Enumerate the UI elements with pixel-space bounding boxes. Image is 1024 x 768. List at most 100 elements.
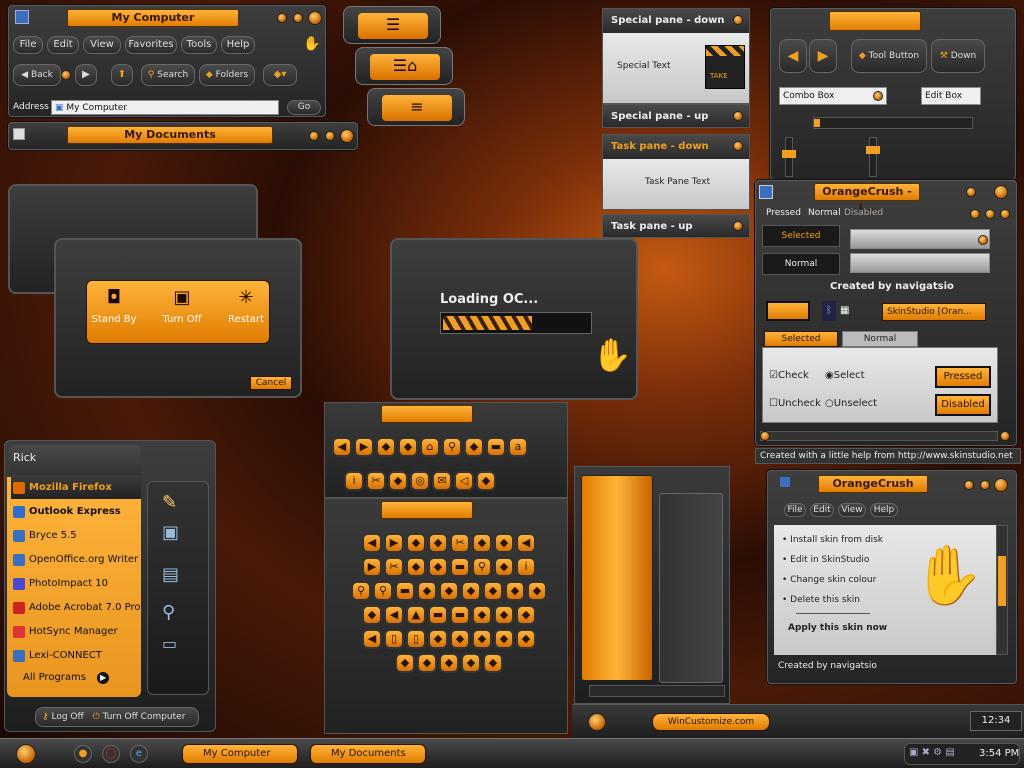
ie-quicklaunch-icon[interactable]: e	[130, 745, 148, 763]
toolbar-key-icon[interactable]: ▲	[406, 605, 426, 625]
toolbar-key-icon[interactable]: ▶	[362, 557, 382, 577]
program-item[interactable]: PhotoImpact 10	[11, 573, 141, 595]
task-link[interactable]: • Delete this skin	[782, 595, 860, 605]
combo-box[interactable]: Combo Box	[779, 87, 887, 105]
toolbar-key-icon[interactable]: ◎	[410, 471, 430, 491]
search-button[interactable]: ⚲ Search	[141, 64, 195, 86]
toolbar-key-icon[interactable]: ◆	[464, 437, 484, 457]
toolbar-key-icon[interactable]: ▬	[450, 605, 470, 625]
start-button[interactable]	[16, 744, 36, 764]
collapse-button[interactable]	[733, 15, 743, 25]
menu-file[interactable]: File	[13, 36, 43, 54]
toolbar-key-icon[interactable]: ◆	[417, 581, 437, 601]
expand-button[interactable]	[733, 111, 743, 121]
toolbar-key-icon[interactable]: ◆	[494, 557, 514, 577]
forward-arrow-button[interactable]: ▶	[809, 39, 837, 73]
toolbar-key-icon[interactable]: ⚲	[442, 437, 462, 457]
opera-quicklaunch-icon[interactable]: ◯	[102, 745, 120, 763]
log-off-button[interactable]: ⚷ Log Off ⏻ Turn Off Computer	[35, 707, 199, 727]
skinstudio-task-button[interactable]: SkinStudio [Oran...	[882, 303, 986, 321]
task-my-documents[interactable]: My Documents	[310, 744, 426, 764]
toolbar-key-icon[interactable]: ◆	[395, 653, 415, 673]
slider-thumb[interactable]	[866, 146, 880, 154]
task-my-computer[interactable]: My Computer	[182, 744, 298, 764]
toolbar-key-icon[interactable]: a	[508, 437, 528, 457]
toolbar-key-icon[interactable]: ✂	[450, 533, 470, 553]
toolbar-key-icon[interactable]: ◆	[388, 471, 408, 491]
list-selected[interactable]: Selected	[762, 225, 840, 247]
toolbar-key-icon[interactable]: i	[344, 471, 364, 491]
toolbar-key-icon[interactable]: ◆	[439, 653, 459, 673]
toolbar-key-icon[interactable]: ◀	[332, 437, 352, 457]
toolbar-key-icon[interactable]: ◆	[428, 557, 448, 577]
forward-button[interactable]: ▶	[75, 64, 97, 86]
folders-button[interactable]: ◆ Folders	[199, 64, 255, 86]
all-programs-button[interactable]: All Programs ▶	[19, 667, 149, 689]
maximize-button[interactable]	[293, 13, 303, 23]
menu-pressed[interactable]: Pressed	[766, 208, 801, 218]
toolbar-key-icon[interactable]: ✂	[384, 557, 404, 577]
program-item[interactable]: Outlook Express	[11, 501, 141, 523]
documents-icon[interactable]: ✎	[162, 492, 177, 513]
minimize-button[interactable]	[964, 480, 974, 490]
toolbar-key-icon[interactable]: ▬	[486, 437, 506, 457]
menu-normal[interactable]: Normal	[808, 208, 841, 218]
view-details-button[interactable]: ☰	[343, 6, 441, 44]
back-arrow-button[interactable]: ◀	[779, 39, 807, 73]
minimize-button[interactable]	[309, 131, 319, 141]
scroll-right-button[interactable]	[1000, 431, 1010, 441]
toolbar-key-icon[interactable]: ✂	[366, 471, 386, 491]
view-thumbs-button[interactable]: ☰⌂	[355, 47, 453, 85]
menu-file[interactable]: File	[784, 503, 806, 517]
tab-selected[interactable]: Selected	[764, 331, 838, 347]
toolbar-key-icon[interactable]: ◆	[476, 471, 496, 491]
program-item[interactable]: HotSync Manager	[11, 621, 141, 643]
slider-thumb[interactable]	[782, 150, 796, 158]
collapse-button[interactable]	[733, 141, 743, 151]
toolbar-key-icon[interactable]: ◆	[483, 581, 503, 601]
maximize-button[interactable]	[980, 480, 990, 490]
toolbar-key-icon[interactable]: ▬	[450, 557, 470, 577]
toolbar-key-icon[interactable]: ◆	[472, 629, 492, 649]
toolbar-key-icon[interactable]: ▯	[384, 629, 404, 649]
toolbar-key-icon[interactable]: ▯	[406, 629, 426, 649]
run-icon[interactable]: ▭	[162, 634, 177, 653]
task-link[interactable]: • Change skin colour	[782, 575, 876, 585]
computer-icon[interactable]: ▣	[162, 522, 179, 543]
combo-dropdown-button[interactable]	[873, 91, 883, 101]
slider-thumb[interactable]	[814, 119, 820, 127]
minimize-button[interactable]	[277, 13, 287, 23]
toolbar-key-icon[interactable]: ◆	[376, 437, 396, 457]
list-normal[interactable]: Normal	[762, 253, 840, 275]
minimize-button[interactable]	[966, 187, 976, 197]
unselect-radio[interactable]: ○Unselect	[825, 398, 877, 409]
toolbar-key-icon[interactable]: ⚲	[373, 581, 393, 601]
start-orb[interactable]	[588, 713, 606, 731]
task-link[interactable]: • Install skin from disk	[782, 535, 883, 545]
control-panel-icon[interactable]: ▤	[162, 564, 179, 585]
vertical-slider[interactable]	[782, 137, 796, 177]
wincustomize-button[interactable]: WinCustomize.com	[652, 713, 770, 731]
back-button[interactable]: ◀ Back	[13, 64, 61, 86]
toolbar-key-icon[interactable]: ▶	[384, 533, 404, 553]
task-pane-up[interactable]: Task pane - up	[602, 214, 750, 238]
turn-off-button[interactable]: ▣ Turn Off	[157, 287, 207, 341]
vertical-scrollbar[interactable]	[996, 525, 1008, 655]
tab-normal[interactable]: Normal	[842, 331, 918, 347]
toolbar-key-icon[interactable]: ◆	[472, 533, 492, 553]
horizontal-scrollbar[interactable]	[760, 431, 998, 441]
toolbar-key-icon[interactable]: ⌂	[420, 437, 440, 457]
combo-dropdown-button[interactable]	[978, 235, 988, 245]
scroll-left-button[interactable]	[760, 431, 770, 441]
vertical-slider-2[interactable]	[866, 137, 880, 177]
toolbar-key-icon[interactable]: ✉	[432, 471, 452, 491]
scroll-thumb[interactable]	[998, 556, 1006, 606]
close-button[interactable]	[308, 11, 322, 25]
cancel-button[interactable]: Cancel	[250, 376, 292, 390]
special-pane-up[interactable]: Special pane - up	[602, 104, 750, 128]
toolbar-key-icon[interactable]: ▬	[395, 581, 415, 601]
maximize-button[interactable]	[325, 131, 335, 141]
toolbar-key-icon[interactable]: ◆	[494, 533, 514, 553]
toolbar-key-icon[interactable]: ◆	[428, 629, 448, 649]
menu-view[interactable]: View	[83, 36, 121, 54]
